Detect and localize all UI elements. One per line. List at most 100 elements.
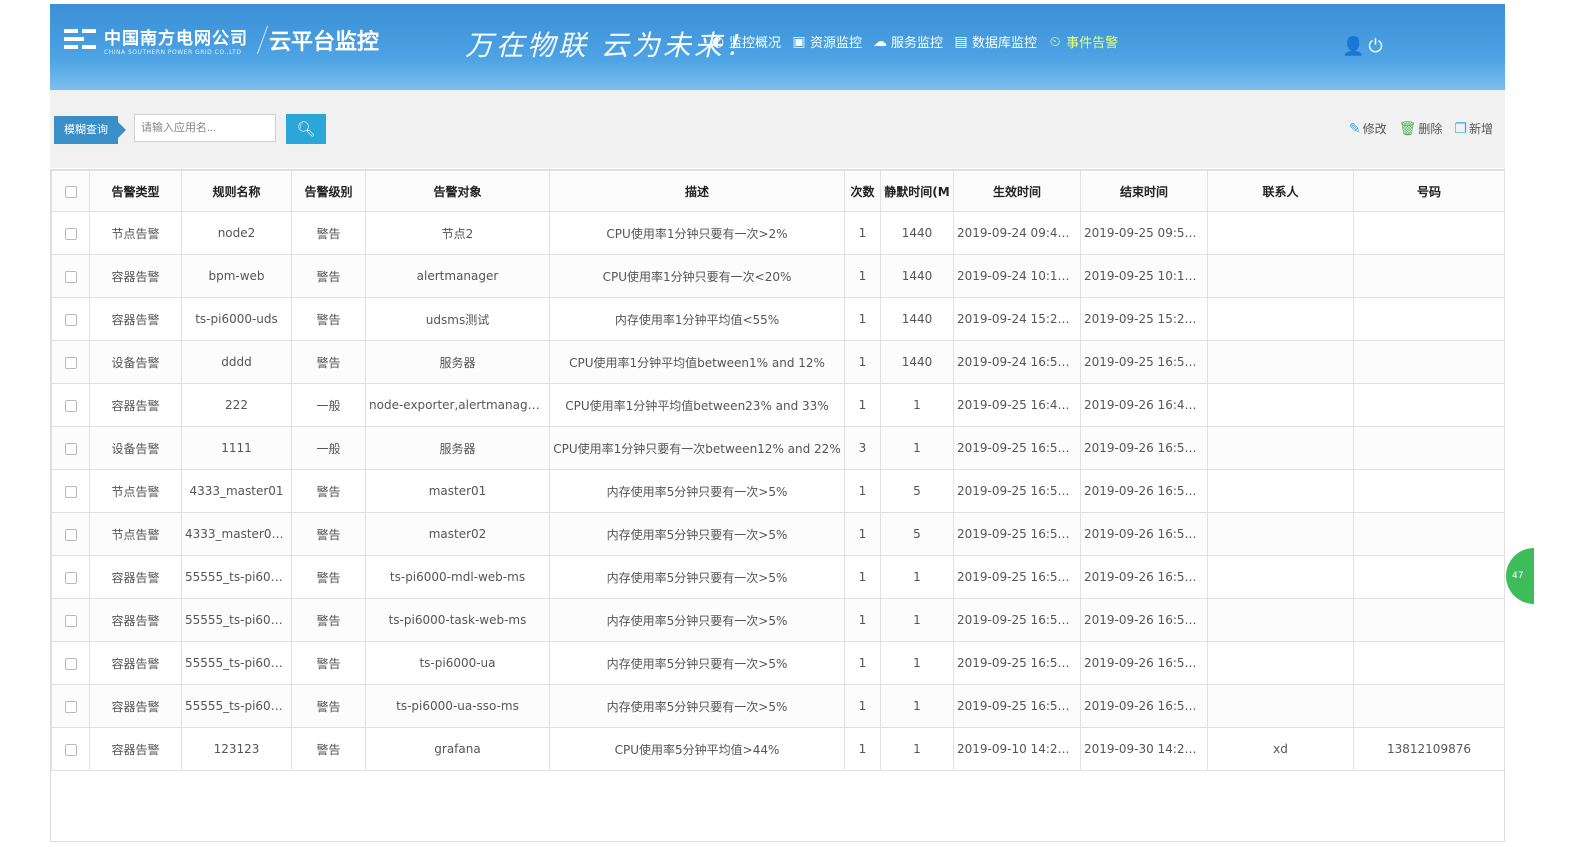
row-checkbox[interactable] bbox=[64, 657, 77, 670]
table-cell: 警告 bbox=[291, 555, 366, 599]
select-all-checkbox[interactable] bbox=[64, 185, 77, 198]
table-cell: 内存使用率5分钟只要有一次>5% bbox=[549, 469, 845, 513]
nav-item-2[interactable]: ☁ 服务监控 bbox=[872, 32, 943, 52]
row-checkbox-cell[interactable] bbox=[51, 254, 90, 298]
floating-tab[interactable]: 47 bbox=[1506, 548, 1534, 604]
search-button[interactable]: 🔍︎ bbox=[286, 114, 326, 144]
table-row[interactable]: 容器告警 bpm-web 警告 alertmanager CPU使用率1分钟只要有一次<… bbox=[51, 254, 1505, 298]
table-cell: 1 bbox=[880, 598, 954, 642]
alarm-table-container: 告警类型 规则名称 告警级别 告警对象 描述 次数 静默时间(M 生效时间 结束时间 联系人 号码 … bbox=[50, 169, 1505, 842]
table-cell: 1 bbox=[880, 555, 954, 599]
table-row[interactable]: 容器告警 123123 警告 grafana CPU使用率5分钟平均值>44% 1 1 201… bbox=[51, 727, 1505, 771]
row-checkbox-cell[interactable] bbox=[51, 469, 90, 513]
row-checkbox-cell[interactable] bbox=[51, 340, 90, 384]
table-cell: 1 bbox=[844, 512, 881, 556]
table-row[interactable]: 容器告警 55555_ts-pi6000... 警告 ts-pi6000-mdl-we… bbox=[51, 555, 1505, 599]
main-nav: ◐ 监控概况 ▣ 资源监控 ☁ 服务监控 ▤ 数据库监控 ⏲ 事件告警 bbox=[710, 32, 1118, 52]
table-cell bbox=[1207, 383, 1354, 427]
table-cell: 1 bbox=[880, 727, 954, 771]
table-cell: 内存使用率5分钟只要有一次>5% bbox=[549, 684, 845, 728]
table-row[interactable]: 节点告警 4333_master01_... 警告 master02 内存使用率5分钟只… bbox=[51, 512, 1505, 556]
table-cell: 警告 bbox=[291, 211, 366, 255]
row-checkbox-cell[interactable] bbox=[51, 383, 90, 427]
row-checkbox-cell[interactable] bbox=[51, 727, 90, 771]
row-checkbox[interactable] bbox=[64, 571, 77, 584]
row-checkbox[interactable] bbox=[64, 442, 77, 455]
nav-item-0[interactable]: ◐ 监控概况 bbox=[710, 32, 781, 52]
row-checkbox[interactable] bbox=[64, 614, 77, 627]
column-header: 规则名称 bbox=[181, 170, 292, 212]
row-checkbox[interactable] bbox=[64, 313, 77, 326]
table-cell bbox=[1207, 555, 1354, 599]
power-icon[interactable]: ⏻ bbox=[1368, 36, 1382, 57]
table-cell: udsms测试 bbox=[365, 297, 550, 341]
table-cell: CPU使用率1分钟只要有一次between12% and 22% bbox=[549, 426, 845, 470]
table-cell bbox=[1207, 469, 1354, 513]
add-button[interactable]: ❐ 新增 bbox=[1454, 120, 1493, 137]
row-checkbox-cell[interactable] bbox=[51, 684, 90, 728]
table-cell bbox=[1353, 340, 1505, 384]
row-checkbox-cell[interactable] bbox=[51, 555, 90, 599]
row-checkbox-cell[interactable] bbox=[51, 512, 90, 556]
row-checkbox[interactable] bbox=[64, 356, 77, 369]
table-cell: 节点告警 bbox=[89, 512, 182, 556]
row-checkbox[interactable] bbox=[64, 485, 77, 498]
table-cell: 2019-09-24 15:24:00 bbox=[953, 297, 1081, 341]
table-row[interactable]: 设备告警 1111 一般 服务器 CPU使用率1分钟只要有一次between12% an… bbox=[51, 426, 1505, 470]
row-checkbox-cell[interactable] bbox=[51, 426, 90, 470]
table-row[interactable]: 节点告警 4333_master01 警告 master01 内存使用率5分钟只要有一次… bbox=[51, 469, 1505, 513]
table-cell: ts-pi6000-mdl-web-ms bbox=[365, 555, 550, 599]
table-cell: 2019-09-24 09:49:00 bbox=[953, 211, 1081, 255]
row-checkbox[interactable] bbox=[64, 700, 77, 713]
table-cell: 警告 bbox=[291, 297, 366, 341]
table-row[interactable]: 容器告警 222 一般 node-exporter,alertmanager,... C… bbox=[51, 383, 1505, 427]
table-cell: 设备告警 bbox=[89, 340, 182, 384]
table-cell: 55555_ts-pi6000... bbox=[181, 598, 292, 642]
table-cell bbox=[1353, 555, 1505, 599]
brand: 中国南方电网公司 CHINA SOUTHERN POWER GRID CO.,L… bbox=[64, 20, 379, 60]
row-checkbox[interactable] bbox=[64, 270, 77, 283]
table-row[interactable]: 容器告警 ts-pi6000-uds 警告 udsms测试 内存使用率1分钟平均值<55… bbox=[51, 297, 1505, 341]
user-icon[interactable]: 👤 bbox=[1342, 36, 1364, 57]
action-label: 新增 bbox=[1468, 122, 1493, 136]
table-row[interactable]: 容器告警 55555_ts-pi6000... 警告 ts-pi6000-ua-sso… bbox=[51, 684, 1505, 728]
nav-item-1[interactable]: ▣ 资源监控 bbox=[791, 32, 862, 52]
table-cell: 1 bbox=[844, 727, 881, 771]
row-checkbox[interactable] bbox=[64, 528, 77, 541]
nav-item-3[interactable]: ▤ 数据库监控 bbox=[953, 32, 1037, 52]
table-cell: 2019-09-25 16:40:00 bbox=[953, 383, 1081, 427]
row-checkbox[interactable] bbox=[64, 399, 77, 412]
table-cell: CPU使用率1分钟平均值between23% and 33% bbox=[549, 383, 845, 427]
row-checkbox-cell[interactable] bbox=[51, 598, 90, 642]
row-checkbox[interactable] bbox=[64, 227, 77, 240]
table-cell: 1 bbox=[844, 641, 881, 685]
table-cell: 1111 bbox=[181, 426, 292, 470]
search-input[interactable] bbox=[134, 114, 276, 142]
table-cell: 55555_ts-pi6000... bbox=[181, 641, 292, 685]
row-checkbox-cell[interactable] bbox=[51, 641, 90, 685]
table-row[interactable]: 容器告警 55555_ts-pi6000... 警告 ts-pi6000-ua 内存使用… bbox=[51, 641, 1505, 685]
table-cell: 2019-09-26 16:54:00 bbox=[1080, 598, 1208, 642]
row-checkbox-cell[interactable] bbox=[51, 297, 90, 341]
row-checkbox-cell[interactable] bbox=[51, 211, 90, 255]
table-cell bbox=[1353, 254, 1505, 298]
table-cell: 容器告警 bbox=[89, 684, 182, 728]
table-row[interactable]: 节点告警 node2 警告 节点2 CPU使用率1分钟只要有一次>2% 1 1440 2019… bbox=[51, 211, 1505, 255]
table-cell bbox=[1207, 641, 1354, 685]
row-checkbox[interactable] bbox=[64, 743, 77, 756]
table-cell bbox=[1207, 340, 1354, 384]
table-cell: 警告 bbox=[291, 684, 366, 728]
table-row[interactable]: 容器告警 55555_ts-pi6000... 警告 ts-pi6000-task-w… bbox=[51, 598, 1505, 642]
table-cell: 55555_ts-pi6000... bbox=[181, 684, 292, 728]
edit-button[interactable]: ✎ 修改 bbox=[1349, 120, 1387, 137]
column-header: 结束时间 bbox=[1080, 170, 1208, 212]
delete-button[interactable]: 🗑 删除 bbox=[1399, 120, 1443, 137]
table-cell: 容器告警 bbox=[89, 254, 182, 298]
table-cell: 1 bbox=[844, 254, 881, 298]
monitor-icon: ◐ bbox=[711, 33, 725, 50]
table-row[interactable]: 设备告警 dddd 警告 服务器 CPU使用率1分钟平均值between1% and 1… bbox=[51, 340, 1505, 384]
app-window: 中国南方电网公司 CHINA SOUTHERN POWER GRID CO.,L… bbox=[50, 4, 1505, 842]
table-cell: 容器告警 bbox=[89, 555, 182, 599]
nav-item-4[interactable]: ⏲ 事件告警 bbox=[1047, 32, 1118, 52]
select-all-checkbox-cell[interactable] bbox=[51, 170, 90, 212]
